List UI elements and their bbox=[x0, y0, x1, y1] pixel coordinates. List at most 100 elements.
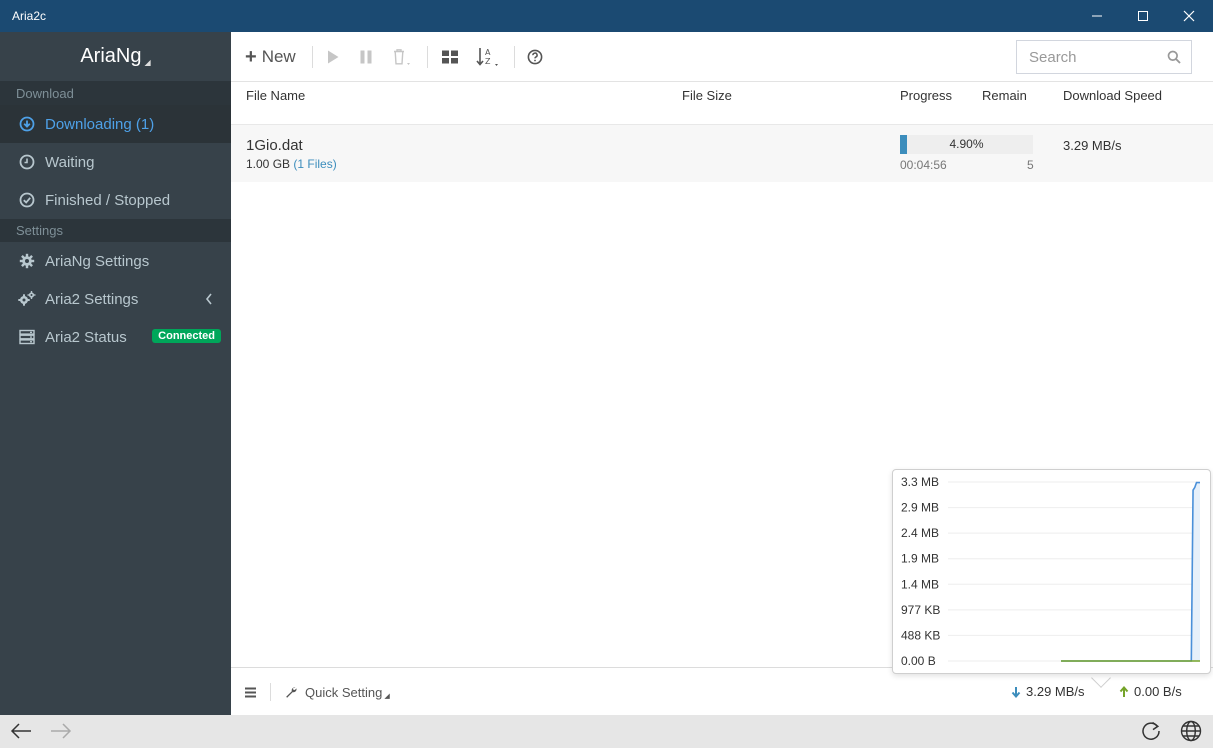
chevron-left-icon bbox=[205, 292, 213, 309]
minimize-icon bbox=[1092, 15, 1102, 17]
search-icon bbox=[1167, 50, 1181, 64]
status-badge: Connected bbox=[152, 329, 221, 343]
svg-text:A: A bbox=[485, 48, 491, 57]
brand-title: AriaNg bbox=[80, 45, 142, 67]
bars-icon bbox=[245, 687, 256, 698]
table-header: File Name File Size Progress Remain Down… bbox=[231, 83, 1213, 125]
column-file-size[interactable]: File Size bbox=[682, 88, 732, 103]
sidebar-item-label: AriaNg Settings bbox=[45, 252, 150, 270]
globe-button[interactable] bbox=[1180, 720, 1202, 747]
grid-icon bbox=[442, 50, 458, 64]
plus-icon: + bbox=[245, 45, 257, 68]
sidebar-item-label: Aria2 Status bbox=[45, 328, 127, 346]
speed-chart-popover: 3.3 MB 2.9 MB 2.4 MB 1.9 MB 1.4 MB 977 KB 488 … bbox=[892, 469, 1211, 674]
arrow-left-icon bbox=[10, 723, 31, 739]
sidebar-item-waiting[interactable]: Waiting bbox=[0, 143, 231, 181]
new-task-button[interactable]: + New bbox=[245, 32, 296, 82]
sidebar-item-label: Downloading (1) bbox=[45, 115, 155, 133]
gear-icon bbox=[18, 252, 36, 270]
search-input[interactable]: Search bbox=[1016, 40, 1192, 74]
speed-chart: 3.3 MB 2.9 MB 2.4 MB 1.9 MB 1.4 MB 977 KB 488 … bbox=[901, 475, 1200, 668]
caret-down-icon: ◢ bbox=[384, 693, 390, 700]
sidebar: AriaNg ◢ Download Downloading (1) Waiting… bbox=[0, 32, 231, 715]
sidebar-item-downloading[interactable]: Downloading (1) bbox=[0, 105, 231, 143]
check-circle-icon bbox=[18, 191, 36, 209]
global-upload-speed-value: 0.00 B/s bbox=[1134, 684, 1182, 699]
refresh-icon bbox=[1142, 721, 1160, 740]
arrow-down-icon bbox=[1011, 686, 1021, 698]
toolbar-divider bbox=[312, 46, 313, 68]
global-download-speed-value: 3.29 MB/s bbox=[1026, 684, 1085, 699]
pause-icon bbox=[360, 50, 372, 64]
sidebar-item-finished-stopped[interactable]: Finished / Stopped bbox=[0, 181, 231, 219]
chart-y-tick-label: 3.3 MB bbox=[901, 475, 939, 489]
minimize-button[interactable] bbox=[1074, 0, 1120, 32]
chart-y-tick-label: 2.4 MB bbox=[901, 526, 939, 540]
globe-icon bbox=[1180, 720, 1202, 742]
delete-button[interactable] bbox=[392, 32, 412, 82]
sidebar-item-label: Finished / Stopped bbox=[45, 191, 171, 209]
refresh-button[interactable] bbox=[1140, 720, 1162, 747]
play-icon bbox=[328, 50, 339, 64]
svg-text:Z: Z bbox=[485, 57, 491, 66]
file-count-link[interactable]: (1 Files) bbox=[293, 157, 336, 171]
chart-series-download bbox=[1061, 481, 1200, 662]
download-speed: 3.29 MB/s bbox=[1063, 138, 1122, 153]
progress-bar: 4.90% bbox=[900, 135, 1033, 154]
maximize-button[interactable] bbox=[1120, 0, 1166, 32]
chart-y-tick-label: 977 KB bbox=[901, 603, 940, 617]
question-circle-icon bbox=[527, 49, 543, 65]
forward-button[interactable] bbox=[50, 721, 72, 746]
display-order-button[interactable] bbox=[441, 32, 459, 82]
file-size-value: 1.00 GB bbox=[246, 157, 291, 171]
connections-count: 5 bbox=[1027, 158, 1034, 172]
start-button[interactable] bbox=[326, 32, 340, 82]
title-bar: Aria2c bbox=[0, 0, 1213, 32]
section-settings-header: Settings bbox=[0, 219, 231, 242]
table-row[interactable]: 1Gio.dat 1.00 GB (1 Files) 4.90% 00:04:5… bbox=[231, 125, 1213, 182]
footer-divider bbox=[270, 683, 271, 701]
trash-icon bbox=[394, 49, 410, 65]
arrow-circle-down-icon bbox=[18, 115, 36, 133]
pause-button[interactable] bbox=[359, 32, 373, 82]
new-task-label: New bbox=[261, 47, 296, 66]
gears-icon bbox=[18, 290, 36, 308]
clock-icon bbox=[18, 153, 36, 171]
brand-logo[interactable]: AriaNg ◢ bbox=[0, 32, 231, 82]
close-button[interactable] bbox=[1166, 0, 1212, 32]
sidebar-item-ariang-settings[interactable]: AriaNg Settings bbox=[0, 242, 231, 280]
chart-y-tick-label: 0.00 B bbox=[901, 654, 936, 668]
chart-area-download bbox=[1061, 482, 1200, 661]
remaining-time: 00:04:56 bbox=[900, 158, 947, 172]
global-upload-speed[interactable]: 0.00 B/s bbox=[1119, 684, 1182, 699]
back-button[interactable] bbox=[10, 721, 32, 746]
chart-y-tick-label: 1.9 MB bbox=[901, 552, 939, 566]
sidebar-item-label: Waiting bbox=[45, 153, 95, 171]
column-file-name[interactable]: File Name bbox=[246, 88, 305, 103]
file-name[interactable]: 1Gio.dat bbox=[246, 137, 303, 154]
sidebar-item-aria2-settings[interactable]: Aria2 Settings bbox=[0, 280, 231, 318]
server-icon bbox=[18, 328, 36, 346]
arrow-up-icon bbox=[1119, 685, 1129, 697]
quick-setting-button[interactable]: Quick Setting ◢ bbox=[285, 684, 390, 700]
help-button[interactable] bbox=[527, 32, 543, 82]
chart-y-tick-label: 1.4 MB bbox=[901, 577, 939, 591]
sort-button[interactable]: AZ bbox=[476, 32, 502, 82]
column-remain[interactable]: Remain bbox=[982, 88, 1027, 103]
toolbar-divider bbox=[427, 46, 428, 68]
column-download-speed[interactable]: Download Speed bbox=[1063, 88, 1162, 103]
maximize-icon bbox=[1138, 11, 1148, 21]
file-size: 1.00 GB (1 Files) bbox=[246, 157, 337, 171]
wrench-icon bbox=[286, 687, 297, 698]
window-title: Aria2c bbox=[12, 9, 47, 23]
caret-down-icon: ◢ bbox=[144, 58, 151, 67]
quick-setting-label: Quick Setting bbox=[305, 684, 383, 700]
column-progress[interactable]: Progress bbox=[900, 88, 952, 103]
sidebar-item-aria2-status[interactable]: Aria2 Status Connected bbox=[0, 318, 231, 356]
chart-y-tick-label: 488 KB bbox=[901, 628, 940, 642]
toolbar: + New AZ Search bbox=[231, 32, 1213, 82]
progress-text: 4.90% bbox=[949, 137, 984, 151]
menu-button[interactable] bbox=[245, 685, 262, 703]
arrow-right-icon bbox=[51, 723, 72, 739]
global-download-speed[interactable]: 3.29 MB/s bbox=[1011, 684, 1085, 699]
